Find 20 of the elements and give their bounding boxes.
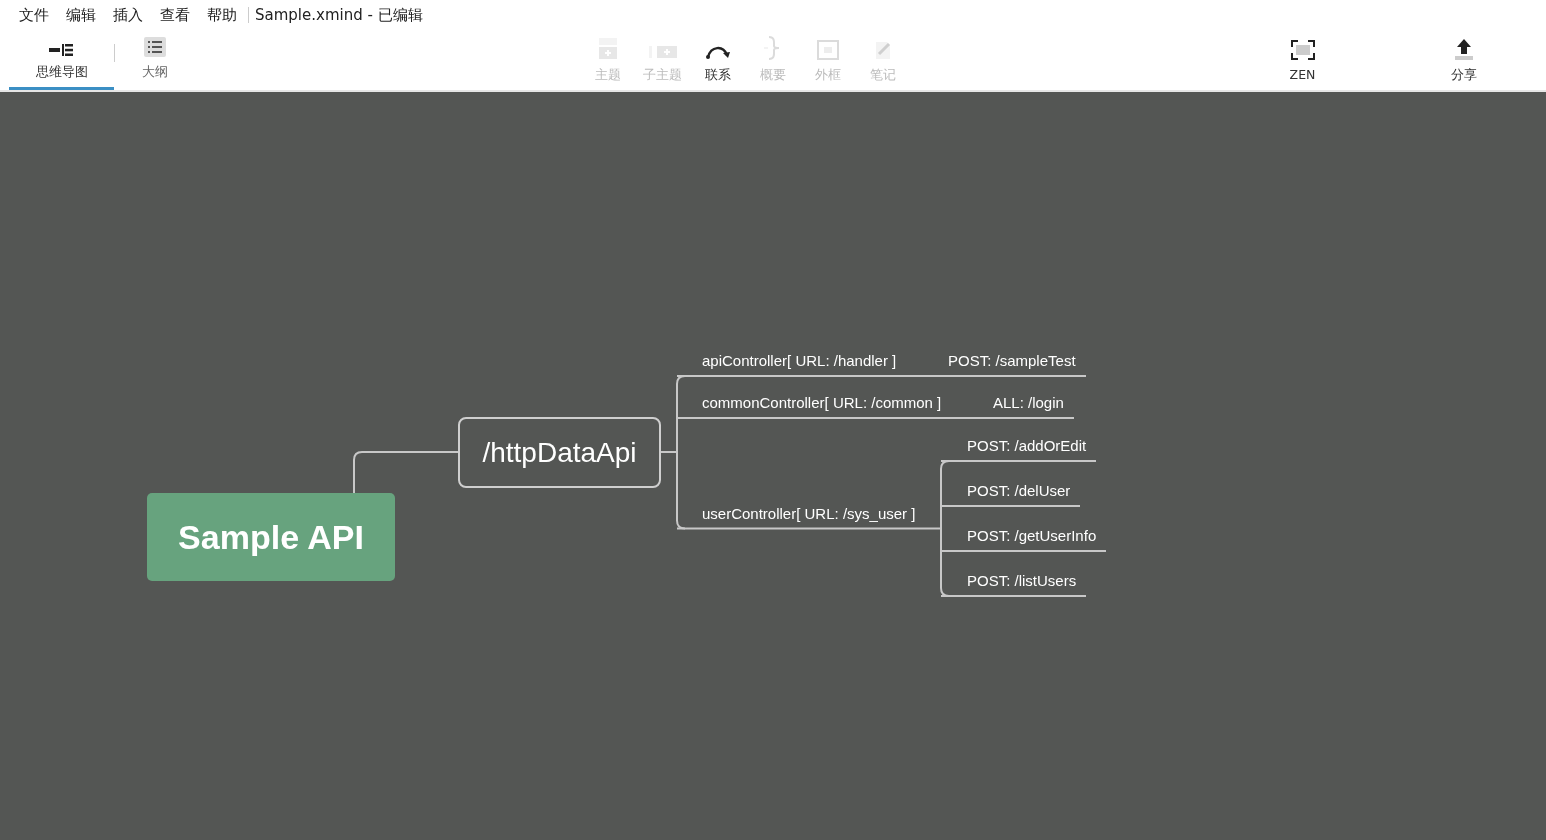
- topic-label[interactable]: ALL: /login: [993, 392, 1064, 415]
- toolbar-button[interactable]: 联系: [690, 30, 745, 90]
- toolbar-button[interactable]: 分享: [1436, 30, 1491, 90]
- topic-label[interactable]: POST: /sampleTest: [948, 350, 1076, 373]
- document-title: Sample.xmind - 已编辑: [255, 4, 423, 26]
- topic-label[interactable]: POST: /getUserInfo: [967, 525, 1097, 548]
- topic-label[interactable]: userController[ URL: /sys_user ]: [702, 502, 916, 525]
- topic-label[interactable]: POST: /delUser: [967, 480, 1071, 503]
- menu-item[interactable]: 帮助: [207, 3, 237, 27]
- menu-item[interactable]: 插入: [113, 3, 143, 27]
- toolbar-button[interactable]: ZEN: [1275, 30, 1330, 90]
- menu-item[interactable]: 编辑: [66, 3, 96, 27]
- topic-label[interactable]: POST: /addOrEdit: [967, 435, 1087, 458]
- topic-label[interactable]: apiController[ URL: /handler ]: [702, 350, 897, 373]
- topic-label[interactable]: POST: /listUsers: [967, 570, 1077, 593]
- menu-item[interactable]: 查看: [160, 3, 190, 27]
- main-topic[interactable]: /httpDataApi: [458, 417, 661, 488]
- view-tab[interactable]: 大纲: [115, 30, 195, 90]
- menu-item[interactable]: 文件: [19, 3, 49, 27]
- topic-label[interactable]: commonController[ URL: /common ]: [702, 392, 942, 415]
